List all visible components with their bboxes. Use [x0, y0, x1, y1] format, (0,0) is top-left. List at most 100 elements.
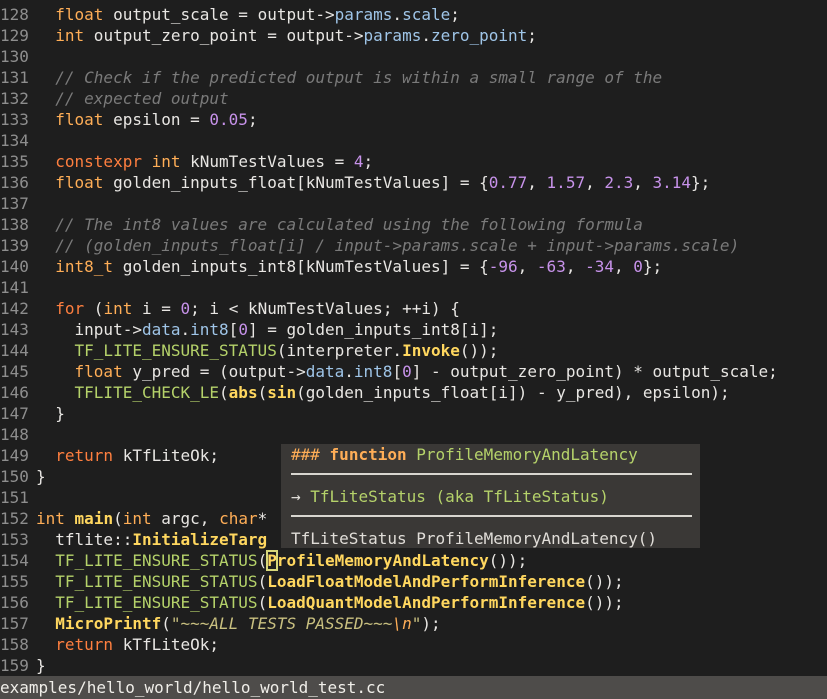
code-line[interactable]: 144 TF_LITE_ENSURE_STATUS(interpreter.In…: [0, 340, 827, 361]
line-number: 133: [0, 110, 29, 129]
code-line[interactable]: 140 int8_t golden_inputs_int8[kNumTestVa…: [0, 256, 827, 277]
token-mem: params: [334, 5, 393, 24]
token-plain: .: [421, 26, 431, 45]
markdown-heading-marker: ###: [291, 445, 320, 464]
token-cmt: // expected output: [55, 89, 229, 108]
token-plain: }: [36, 404, 65, 423]
code-text: TFLITE_CHECK_LE(abs(sin(golden_inputs_fl…: [36, 383, 730, 402]
code-line[interactable]: 158 return kTfLiteOk;: [0, 634, 827, 655]
code-line[interactable]: 128 float output_scale = output->params.…: [0, 4, 827, 25]
token-ty: int: [103, 299, 133, 318]
line-number: 139: [0, 236, 29, 255]
line-number: 135: [0, 152, 29, 171]
code-editor[interactable]: 128 float output_scale = output->params.…: [0, 0, 827, 676]
hover-documentation-popup: ### function ProfileMemoryAndLatency → T…: [281, 444, 700, 548]
code-line[interactable]: 143 input->data.int8[0] = golden_inputs_…: [0, 319, 827, 340]
token-mem: int8: [353, 362, 393, 381]
line-number: 129: [0, 26, 29, 45]
code-line[interactable]: 146 TFLITE_CHECK_LE(abs(sin(golden_input…: [0, 382, 827, 403]
code-text: // Check if the predicted output is with…: [36, 68, 662, 87]
token-num: 1.57: [546, 173, 586, 192]
code-line[interactable]: 137: [0, 193, 827, 214]
token-ty: char: [219, 509, 258, 528]
hover-return-type: TfLiteStatus (aka TfLiteStatus): [310, 487, 609, 506]
line-number: 155: [0, 572, 29, 591]
token-plain: ] - output_zero_point) * output_scale;: [411, 362, 778, 381]
code-line[interactable]: 155 TF_LITE_ENSURE_STATUS(LoadFloatModel…: [0, 571, 827, 592]
code-line[interactable]: 154 TF_LITE_ENSURE_STATUS(ProfileMemoryA…: [0, 550, 827, 571]
token-plain: };: [642, 257, 663, 276]
line-number: 134: [0, 131, 29, 150]
hover-return: → TfLiteStatus (aka TfLiteStatus): [291, 486, 609, 507]
token-plain: ;: [363, 152, 374, 171]
code-text: float output_scale = output->params.scal…: [36, 5, 460, 24]
line-number: 144: [0, 341, 29, 360]
line-number: 150: [0, 467, 29, 486]
hover-title: ### function ProfileMemoryAndLatency: [291, 444, 638, 465]
token-fn: LoadQuantModelAndPerformInference: [267, 593, 586, 612]
token-mac: TF_LITE_ENSURE_STATUS: [55, 572, 258, 591]
code-line[interactable]: 145 float y_pred = (output->data.int8[0]…: [0, 361, 827, 382]
code-text: return kTfLiteOk;: [36, 446, 219, 465]
code-text: // The int8 values are calculated using …: [36, 215, 643, 234]
code-line[interactable]: 156 TF_LITE_ENSURE_STATUS(LoadQuantModel…: [0, 592, 827, 613]
code-line[interactable]: 131 // Check if the predicted output is …: [0, 67, 827, 88]
token-plain: }: [36, 467, 46, 486]
token-num: 4: [353, 152, 364, 171]
code-text: int output_zero_point = output->params.z…: [36, 26, 537, 45]
code-line[interactable]: 132 // expected output: [0, 88, 827, 109]
code-line[interactable]: 159}: [0, 655, 827, 676]
token-ty: int: [55, 26, 85, 45]
token-plain: epsilon =: [103, 110, 210, 129]
token-plain: .: [344, 362, 354, 381]
arrow-icon: →: [291, 487, 301, 506]
token-str: "~~~ALL TESTS PASSED~~~: [170, 614, 393, 633]
token-plain: .: [392, 5, 403, 24]
code-line[interactable]: 142 for (int i = 0; i < kNumTestValues; …: [0, 298, 827, 319]
token-plain: [: [228, 320, 239, 339]
line-number: 153: [0, 530, 29, 549]
code-line[interactable]: 157 MicroPrintf("~~~ALL TESTS PASSED~~~\…: [0, 613, 827, 634]
line-number: 141: [0, 278, 29, 297]
token-cmt: // The int8 values are calculated using …: [55, 215, 643, 234]
token-plain: i =: [132, 299, 181, 318]
code-line[interactable]: 136 float golden_inputs_float[kNumTestVa…: [0, 172, 827, 193]
token-num: 3.14: [652, 173, 692, 192]
line-number: 159: [0, 656, 29, 675]
status-bar: examples/hello_world/hello_world_test.cc: [0, 676, 827, 699]
code-line[interactable]: 133 float epsilon = 0.05;: [0, 109, 827, 130]
code-line[interactable]: 130: [0, 46, 827, 67]
token-plain: kTfLiteOk;: [113, 446, 220, 465]
text-cursor: P: [266, 550, 278, 571]
code-line[interactable]: 148: [0, 424, 827, 445]
token-ty: int8_t: [55, 257, 114, 276]
code-line[interactable]: 147 }: [0, 403, 827, 424]
token-plain: };: [691, 173, 711, 192]
line-number: 158: [0, 635, 29, 654]
code-line[interactable]: 129 int output_zero_point = output->para…: [0, 25, 827, 46]
token-plain: }: [36, 656, 46, 675]
line-number: 138: [0, 215, 29, 234]
token-plain: );: [421, 614, 441, 633]
token-mac: TF_LITE_ENSURE_STATUS: [55, 593, 258, 612]
token-ty: float: [55, 173, 104, 192]
code-line[interactable]: 139 // (golden_inputs_float[i] / input->…: [0, 235, 827, 256]
code-line[interactable]: 138 // The int8 values are calculated us…: [0, 214, 827, 235]
code-line[interactable]: 141: [0, 277, 827, 298]
token-fn: rofileMemoryAndLatency: [276, 551, 489, 570]
token-num: 0: [238, 320, 248, 339]
code-line[interactable]: 135 constexpr int kNumTestValues = 4;: [0, 151, 827, 172]
token-ty: int: [151, 152, 181, 171]
token-mac: TF_LITE_ENSURE_STATUS: [55, 551, 258, 570]
token-plain: argc,: [151, 509, 220, 528]
token-plain: ,: [585, 173, 605, 192]
token-kw: constexpr: [55, 152, 142, 171]
token-plain: output_scale = output->: [103, 5, 335, 24]
code-line[interactable]: 134: [0, 130, 827, 151]
token-plain: kNumTestValues =: [180, 152, 354, 171]
